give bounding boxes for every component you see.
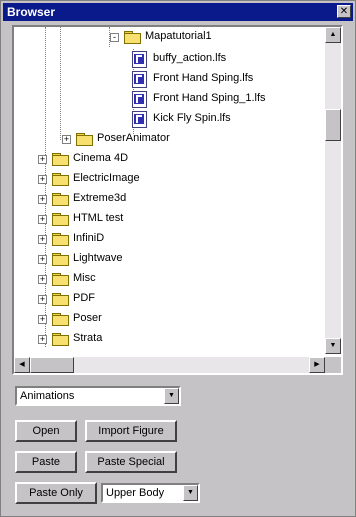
scroll-up-icon[interactable]: ▲: [325, 27, 341, 43]
expand-icon[interactable]: +: [38, 255, 47, 264]
expand-icon[interactable]: +: [38, 335, 47, 344]
tree-item-label: ElectricImage: [73, 172, 140, 184]
folder-icon: [52, 293, 69, 306]
file-icon: [132, 91, 147, 108]
tree-item-label: HTML test: [73, 212, 124, 224]
tree-item-label: Cinema 4D: [73, 152, 129, 164]
folder-icon: [52, 213, 69, 226]
folder-icon: [52, 173, 69, 186]
expand-icon[interactable]: +: [38, 275, 47, 284]
folder-icon: [124, 31, 141, 44]
file-icon: [132, 111, 147, 128]
tree-line: [60, 27, 61, 140]
close-icon[interactable]: ✕: [337, 5, 351, 18]
tree-item-label: Poser: [73, 312, 102, 324]
import-figure-button[interactable]: Import Figure: [85, 420, 177, 442]
expand-icon[interactable]: +: [62, 135, 71, 144]
folder-icon: [52, 153, 69, 166]
tree-item-label: buffy_action.lfs: [153, 52, 227, 64]
folder-icon: [52, 333, 69, 346]
expand-icon[interactable]: +: [38, 155, 47, 164]
folder-icon: [52, 233, 69, 246]
vertical-scrollbar[interactable]: ▲ ▼: [325, 27, 341, 354]
tree-item-label: PDF: [73, 292, 95, 304]
title-bar[interactable]: Browser ✕: [3, 3, 353, 21]
tree-item-label: Front Hand Sping_1.lfs: [153, 92, 266, 104]
window-title: Browser: [7, 5, 56, 19]
tree-item-label: Kick Fly Spin.lfs: [153, 112, 231, 124]
collapse-icon[interactable]: -: [110, 33, 119, 42]
chevron-down-icon[interactable]: ▼: [164, 388, 179, 404]
expand-icon[interactable]: +: [38, 215, 47, 224]
scroll-corner: [325, 357, 341, 373]
file-tree: - Mapatutorial1 buffy_action.lfs Front Hand…: [12, 25, 343, 375]
folder-icon: [52, 313, 69, 326]
horizontal-scrollbar[interactable]: ◀ ▶: [14, 357, 325, 373]
chevron-down-icon[interactable]: ▼: [183, 485, 198, 501]
tree-item-label: InfiniD: [73, 232, 105, 244]
body-part-select-value: Upper Body: [106, 487, 165, 499]
file-icon: [132, 51, 147, 68]
horizontal-scroll-thumb[interactable]: [30, 357, 74, 373]
tree-item-label: Misc: [73, 272, 96, 284]
paste-special-button[interactable]: Paste Special: [85, 451, 177, 473]
folder-icon: [52, 193, 69, 206]
tree-item-label: Strata: [73, 332, 103, 344]
category-select[interactable]: Animations ▼: [15, 386, 181, 406]
vertical-scroll-thumb[interactable]: [325, 109, 341, 141]
browser-window: Browser ✕ - Mapatutorial1 buffy_action.lfs…: [0, 0, 356, 517]
tree-item-label: Lightwave: [73, 252, 123, 264]
scroll-left-icon[interactable]: ◀: [14, 357, 30, 373]
folder-icon: [52, 273, 69, 286]
tree-item-label: Extreme3d: [73, 192, 127, 204]
open-button[interactable]: Open: [15, 420, 77, 442]
expand-icon[interactable]: +: [38, 195, 47, 204]
folder-icon: [76, 133, 93, 146]
body-part-select[interactable]: Upper Body ▼: [101, 483, 200, 503]
scroll-right-icon[interactable]: ▶: [309, 357, 325, 373]
folder-icon: [52, 253, 69, 266]
paste-button[interactable]: Paste: [15, 451, 77, 473]
category-select-value: Animations: [20, 390, 75, 402]
tree-item-label: Front Hand Sping.lfs: [153, 72, 254, 84]
expand-icon[interactable]: +: [38, 235, 47, 244]
tree-item-label: PoserAnimator: [97, 132, 170, 144]
tree-item-label: Mapatutorial1: [145, 30, 212, 42]
expand-icon[interactable]: +: [38, 315, 47, 324]
file-icon: [132, 71, 147, 88]
expand-icon[interactable]: +: [38, 295, 47, 304]
expand-icon[interactable]: +: [38, 175, 47, 184]
tree-view: - Mapatutorial1 buffy_action.lfs Front Hand…: [14, 27, 325, 354]
paste-only-button[interactable]: Paste Only: [15, 482, 97, 504]
scroll-down-icon[interactable]: ▼: [325, 338, 341, 354]
